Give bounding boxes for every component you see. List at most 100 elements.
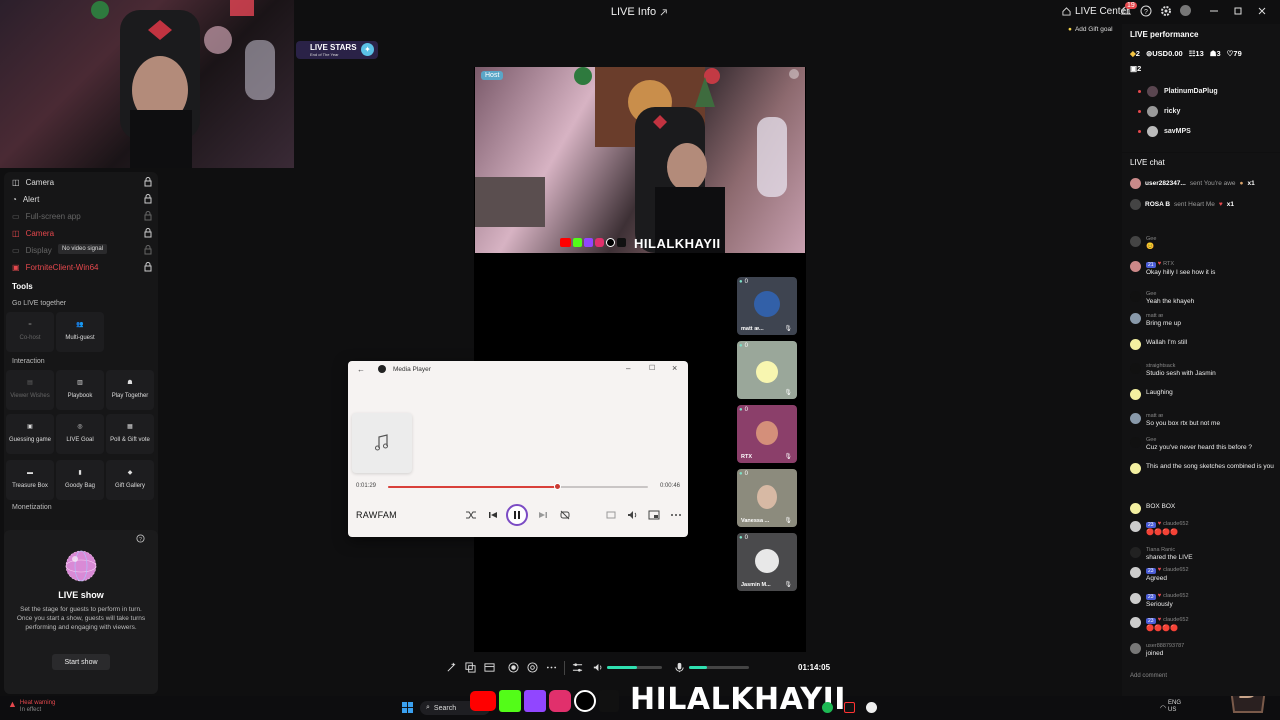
chat-message[interactable]: 23 ♥ claude652 🔴🔴🔴🔴	[1130, 617, 1276, 633]
cohost-button[interactable]: ⚭ Co-host	[6, 312, 54, 352]
guest-slot-3[interactable]: ● 0 RTX 🎙	[737, 405, 797, 463]
chat-message[interactable]: 23 ♥ claude652 Agreed	[1130, 567, 1276, 583]
guest-slot-2[interactable]: ● 0 🎙	[737, 341, 797, 399]
chat-message[interactable]: 23 ♥ claude652 🔴🔴🔴🔴	[1130, 521, 1276, 537]
heat-warning[interactable]: ▲ Heat warning In effect	[8, 699, 55, 713]
guest-avatar	[754, 291, 780, 317]
chat-message[interactable]: Laughing	[1130, 389, 1276, 400]
avatar	[1130, 547, 1141, 558]
chat-message[interactable]: matt ᴂ So you box rtx but not me	[1130, 413, 1276, 429]
viewer-wishes-button[interactable]: ▤ Viewer Wishes	[6, 370, 54, 410]
more-options-icon[interactable]	[670, 509, 682, 521]
chat-message[interactable]: 21 ♥ RTX Okay hilly I see how it is	[1130, 261, 1276, 277]
mic-icon: 🎙	[784, 390, 792, 396]
top-viewer[interactable]: ricky	[1138, 106, 1180, 117]
seek-bar[interactable]	[388, 483, 648, 490]
treasure-box-button[interactable]: ▬ Treasure Box	[6, 460, 54, 500]
record-icon[interactable]	[508, 662, 519, 673]
lock-icon[interactable]	[144, 262, 152, 272]
seek-handle[interactable]	[554, 483, 561, 490]
tiktok-live-icon[interactable]	[844, 702, 855, 713]
chat-message[interactable]: Gee Yeah the khayeh	[1130, 291, 1276, 307]
start-show-button[interactable]: Start show	[52, 654, 110, 670]
gift-gallery-button[interactable]: ◆ Gift Gallery	[106, 460, 154, 500]
guest-slot-1[interactable]: ● 0 matt ᴂ... 🎙	[737, 277, 797, 335]
close-icon[interactable]	[1257, 6, 1267, 16]
close-icon[interactable]: ×	[672, 363, 677, 373]
chat-message[interactable]: user888793787 joined	[1130, 643, 1276, 659]
layout-icon[interactable]	[465, 662, 476, 673]
chat-message[interactable]: 23 ♥ claude652 Seriously	[1130, 593, 1276, 609]
guest-slot-4[interactable]: ● 0 Vanessa ... 🎙	[737, 469, 797, 527]
camera-settings-icon[interactable]	[527, 662, 538, 673]
maximize-icon[interactable]: ☐	[649, 364, 655, 372]
poll-gift-vote-button[interactable]: ▦ Poll & Gift vote	[106, 414, 154, 454]
lock-icon[interactable]	[144, 211, 152, 221]
speaker-icon[interactable]	[592, 662, 603, 673]
minimize-icon[interactable]	[1209, 6, 1219, 16]
pause-button[interactable]	[506, 504, 528, 526]
help-icon[interactable]: ?	[136, 534, 145, 543]
chat-message[interactable]: Wallah I'm still	[1130, 339, 1276, 350]
wifi-icon[interactable]: ◠	[1160, 704, 1166, 712]
live-show-description: Set the stage for guests to perform in t…	[16, 606, 146, 631]
chat-message[interactable]: Tiana Ranic shared the LIVE	[1130, 547, 1276, 563]
previous-icon[interactable]	[487, 509, 499, 521]
volume-icon[interactable]	[626, 509, 638, 521]
more-icon[interactable]	[789, 69, 799, 79]
avatar[interactable]	[1180, 5, 1194, 19]
source-fortnite[interactable]: ▣ FortniteClient-Win64	[12, 259, 154, 275]
chat-message[interactable]: matt ᴂ Bring me up	[1130, 313, 1276, 329]
chat-message[interactable]: Gee Cuz you've never heard this before ?	[1130, 437, 1276, 453]
next-icon[interactable]	[537, 509, 549, 521]
help-icon[interactable]: ?	[1140, 5, 1154, 19]
source-camera-2[interactable]: ◫ Camera	[12, 225, 154, 241]
miniplayer-icon[interactable]	[648, 509, 660, 521]
lock-icon[interactable]	[144, 228, 152, 238]
spotify-icon[interactable]	[822, 702, 833, 713]
lock-icon[interactable]	[144, 177, 152, 187]
goody-bag-button[interactable]: ▮ Goody Bag	[56, 460, 104, 500]
source-camera[interactable]: ◫ Camera	[12, 174, 154, 190]
windows-start-icon[interactable]	[402, 702, 413, 713]
live-stars-banner[interactable]: LIVE STARS End of The Year ✦	[296, 41, 378, 59]
chat-message[interactable]: straightsack Studio sesh with Jasmin	[1130, 363, 1276, 379]
playbook-button[interactable]: ▥ Playbook	[56, 370, 104, 410]
source-fullscreen-app[interactable]: ▭ Full-screen app	[12, 208, 154, 224]
back-icon[interactable]: ←	[357, 365, 365, 374]
screen-icon[interactable]	[484, 662, 495, 673]
effects-icon[interactable]	[446, 662, 457, 673]
mic-icon[interactable]	[674, 662, 685, 673]
guest-slot-5[interactable]: ● 0 Jasmin M... 🎙	[737, 533, 797, 591]
lock-icon[interactable]	[144, 194, 152, 204]
subtitles-icon[interactable]	[605, 509, 617, 521]
lock-icon[interactable]	[144, 245, 152, 255]
minimize-icon[interactable]: –	[626, 364, 630, 373]
mic-slider[interactable]	[689, 666, 749, 669]
language-indicator[interactable]: ENG US	[1168, 700, 1181, 713]
top-viewer[interactable]: savMPS	[1138, 126, 1191, 137]
chat-message[interactable]: BOX BOX	[1130, 503, 1276, 514]
repeat-off-icon[interactable]	[559, 509, 571, 521]
gear-icon[interactable]	[1160, 5, 1174, 19]
performance-extra: ▣2	[1130, 64, 1142, 73]
guessing-game-button[interactable]: ▣ Guessing game	[6, 414, 54, 454]
source-alert[interactable]: ◔ Alert	[12, 191, 154, 207]
shuffle-icon[interactable]	[465, 509, 477, 521]
live-info-title[interactable]: LIVE Info	[600, 6, 680, 18]
mixer-icon[interactable]	[572, 662, 583, 673]
chat-text: BOX BOX	[1146, 503, 1176, 510]
comment-input[interactable]: Add comment	[1128, 668, 1238, 684]
avatar	[1130, 389, 1141, 400]
chat-message[interactable]: This and the song sketches combined is y…	[1130, 463, 1276, 474]
more-icon[interactable]	[546, 662, 557, 673]
live-goal-button[interactable]: ◎ LIVE Goal	[56, 414, 104, 454]
play-together-button[interactable]: ☗ Play Together	[106, 370, 154, 410]
volume-slider[interactable]	[607, 666, 662, 669]
media-player-taskbar-icon[interactable]	[866, 702, 877, 713]
top-viewer[interactable]: PlatinumDaPlug	[1138, 86, 1218, 97]
restore-icon[interactable]	[1233, 6, 1243, 16]
chat-message[interactable]: Gee 😊	[1130, 236, 1276, 252]
add-gift-goal-button[interactable]: ● Add Gift goal	[1068, 26, 1113, 33]
multiguest-button[interactable]: 👥 Multi-guest	[56, 312, 104, 352]
